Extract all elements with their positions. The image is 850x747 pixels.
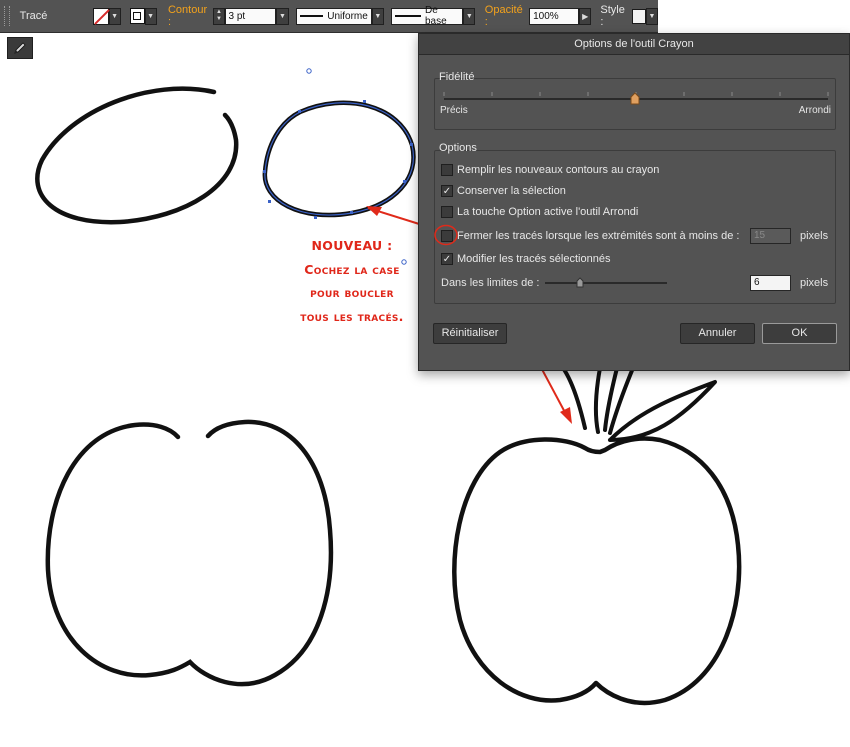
fidelity-min-label: Précis <box>440 105 468 116</box>
open-ellipse-path[interactable] <box>35 86 239 225</box>
options-title: Options <box>439 142 477 154</box>
ok-button[interactable]: OK <box>762 323 837 344</box>
apple-stem-leaf <box>561 366 717 442</box>
fill-new-strokes-checkbox[interactable] <box>441 164 453 176</box>
close-paths-distance-input[interactable]: 15 <box>750 228 791 244</box>
edit-selected-checkbox[interactable]: ✓ <box>441 253 453 265</box>
annotation-line: NOUVEAU : <box>311 238 393 253</box>
callout-circle <box>434 224 458 246</box>
within-unit: pixels <box>800 277 829 289</box>
annotation-note: NOUVEAU : Cochez la case pour boucler to… <box>280 234 424 328</box>
close-paths-option[interactable]: Fermer les tracés lorsque les extrémités… <box>441 230 739 242</box>
dialog-title[interactable]: Options de l'outil Crayon <box>419 34 849 55</box>
fill-new-strokes-option[interactable]: Remplir les nouveaux contours au crayon <box>441 164 659 176</box>
within-slider-thumb[interactable] <box>576 277 584 288</box>
pencil-options-dialog: Options de l'outil Crayon Fidélité Préci… <box>418 33 850 371</box>
within-label: Dans les limites de : <box>441 277 540 289</box>
keep-selection-checkbox[interactable]: ✓ <box>441 185 453 197</box>
keep-selection-option[interactable]: ✓ Conserver la sélection <box>441 185 566 197</box>
option-key-smooth-option[interactable]: La touche Option active l'outil Arrondi <box>441 206 638 218</box>
reset-button[interactable]: Réinitialiser <box>433 323 507 344</box>
close-paths-unit: pixels <box>800 230 829 242</box>
edit-selected-option[interactable]: ✓ Modifier les tracés sélectionnés <box>441 253 610 265</box>
annotation-line: pour boucler <box>310 285 394 300</box>
open-apple-path[interactable] <box>45 419 334 687</box>
closed-apple-path[interactable] <box>452 436 742 706</box>
annotation-line: Cochez la case <box>304 261 400 277</box>
selected-ellipse-path[interactable] <box>262 100 416 218</box>
fidelity-slider[interactable] <box>440 88 832 108</box>
fidelity-max-label: Arrondi <box>798 105 831 116</box>
within-pixels-input[interactable]: 6 <box>750 275 791 291</box>
within-slider[interactable] <box>543 276 669 290</box>
annotation-line: tous les tracés. <box>300 308 404 324</box>
fidelity-title: Fidélité <box>439 71 475 83</box>
cancel-button[interactable]: Annuler <box>680 323 755 344</box>
option-key-smooth-checkbox[interactable] <box>441 206 453 218</box>
fidelity-slider-thumb[interactable] <box>630 92 640 105</box>
anchor-handle[interactable] <box>306 68 312 74</box>
